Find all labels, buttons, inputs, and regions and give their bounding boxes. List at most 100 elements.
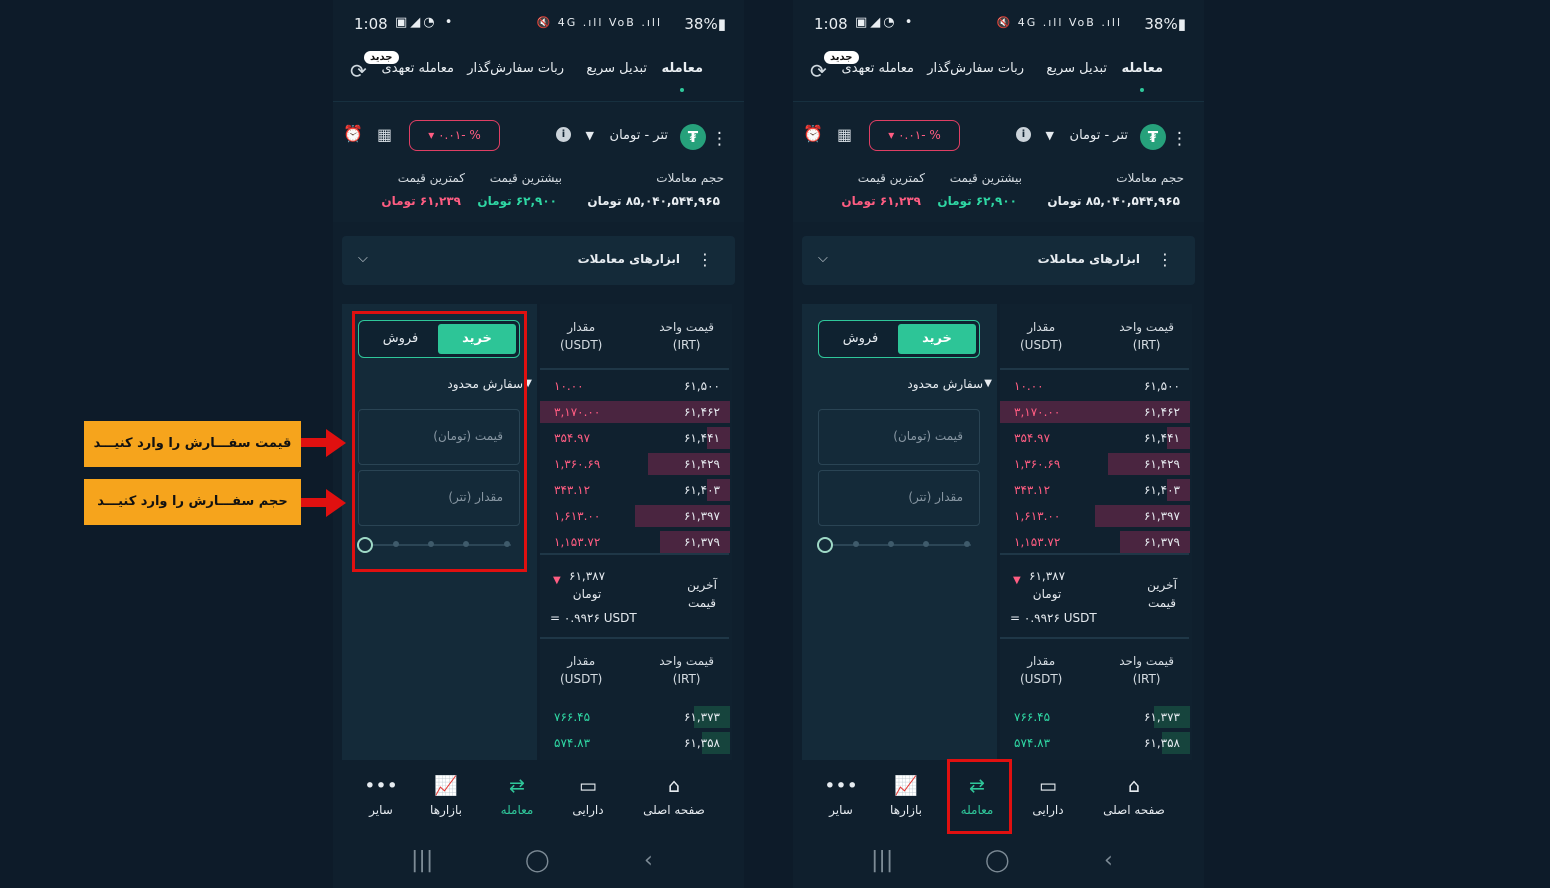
- ask-row[interactable]: ۶۱,۴۰۳ ۳۴۳.۱۲: [1000, 479, 1190, 501]
- back-icon[interactable]: ‹: [644, 848, 653, 873]
- more-options-icon[interactable]: ⋮: [1171, 129, 1188, 149]
- ask-price: ۶۱,۴۰۳: [683, 483, 720, 497]
- more-options-icon[interactable]: ⋮: [697, 250, 713, 269]
- market-pair-selector[interactable]: تتر - تومان: [610, 128, 668, 143]
- last-price-value: ۶۱,۳۸۷ تومان: [569, 569, 606, 601]
- slider-step-75[interactable]: [923, 541, 929, 547]
- order-form-highlight: [352, 311, 527, 572]
- nav-home[interactable]: ⌂ صفحه اصلی: [1094, 773, 1174, 817]
- chevron-down-icon[interactable]: ▼: [1046, 129, 1054, 142]
- ask-amount: ۱,۱۵۳.۷۲: [1014, 535, 1061, 549]
- tab-quick-swap[interactable]: تبدیل سریع: [586, 61, 647, 76]
- high-price-label: بیشترین قیمت: [489, 171, 562, 185]
- recent-apps-icon[interactable]: |||: [871, 848, 893, 873]
- order-type-selector[interactable]: سفارش محدود: [907, 377, 983, 391]
- buy-button[interactable]: خرید: [898, 324, 976, 354]
- price-callout: قیمت سفـــارش را وارد کنیـــد: [84, 421, 301, 467]
- nav-assets[interactable]: ▭ دارایی: [1008, 773, 1088, 817]
- status-time: 1:08: [814, 15, 848, 33]
- ask-row[interactable]: ۶۱,۴۶۲ ۳,۱۷۰.۰۰: [1000, 401, 1190, 423]
- price-alert-icon[interactable]: ⏰: [803, 124, 823, 143]
- high-price-label: بیشترین قیمت: [949, 171, 1022, 185]
- last-price-usdt: = ۰.۹۹۲۶ USDT: [550, 611, 637, 625]
- bid-row[interactable]: ۶۱,۳۷۳ ۷۶۶.۴۵: [1000, 706, 1190, 728]
- chevron-down-icon[interactable]: ⌵: [358, 251, 368, 266]
- amount-arrow-head: [326, 489, 346, 517]
- nav-home[interactable]: ⌂ صفحه اصلی: [634, 773, 714, 817]
- info-icon[interactable]: i: [1016, 127, 1031, 142]
- ask-row[interactable]: ۶۱,۳۷۹ ۱,۱۵۳.۷۲: [540, 531, 730, 553]
- ask-row[interactable]: ۶۱,۴۲۹ ۱,۳۶۰.۶۹: [540, 453, 730, 475]
- ask-row[interactable]: ۶۱,۴۴۱ ۳۵۴.۹۷: [540, 427, 730, 449]
- price-column-header: قیمت واحد (IRT): [659, 320, 714, 352]
- nav-trade[interactable]: ⇄ معامله: [477, 773, 557, 817]
- bid-amount: ۷۶۶.۴۵: [554, 710, 591, 724]
- bid-row[interactable]: ۶۱,۳۵۸ ۵۷۴.۸۳: [1000, 732, 1190, 754]
- market-header: ⋮ ₮ تتر - تومان ▼ i % -۰.۰۱ ▾ ▦ ⏰ حجم مع…: [793, 101, 1204, 222]
- tab-trade[interactable]: معامله: [1121, 61, 1163, 92]
- down-arrow-icon: ▼: [1013, 575, 1021, 586]
- trade-arrows-icon: ⇄: [509, 775, 525, 797]
- bid-row[interactable]: ۶۱,۳۷۳ ۷۶۶.۴۵: [540, 706, 730, 728]
- high-price-value: ۶۲,۹۰۰ تومان: [937, 194, 1017, 208]
- ask-row[interactable]: ۶۱,۳۷۹ ۱,۱۵۳.۷۲: [1000, 531, 1190, 553]
- ask-row[interactable]: ۶۱,۴۴۱ ۳۵۴.۹۷: [1000, 427, 1190, 449]
- bid-amount: ۵۷۴.۸۳: [1014, 736, 1051, 750]
- divider: [540, 368, 729, 370]
- slider-step-50[interactable]: [888, 541, 894, 547]
- trade-tools-panel[interactable]: ⋮ ابزارهای معاملات ⌵: [342, 236, 735, 285]
- calculator-icon[interactable]: ▦: [837, 125, 852, 144]
- nav-markets[interactable]: 📈 بازارها: [406, 773, 486, 817]
- chevron-down-icon[interactable]: ⌵: [818, 251, 828, 266]
- slider-step-100[interactable]: [964, 541, 970, 547]
- chevron-down-icon[interactable]: ▼: [586, 129, 594, 142]
- tab-trade[interactable]: معامله: [661, 61, 703, 92]
- price-input[interactable]: قیمت (تومان): [818, 409, 980, 465]
- more-options-icon[interactable]: ⋮: [1157, 250, 1173, 269]
- nav-markets[interactable]: 📈 بازارها: [866, 773, 946, 817]
- ask-row[interactable]: ۶۱,۳۹۷ ۱,۶۱۳.۰۰: [1000, 505, 1190, 527]
- amount-slider-track[interactable]: [827, 544, 971, 546]
- calculator-icon[interactable]: ▦: [377, 125, 392, 144]
- bid-amount: ۵۷۴.۸۳: [554, 736, 591, 750]
- tether-coin-icon: ₮: [1140, 124, 1166, 150]
- tab-order-bot[interactable]: ربات سفارش‌گذار: [927, 61, 1024, 76]
- ask-row[interactable]: ۶۱,۴۲۹ ۱,۳۶۰.۶۹: [1000, 453, 1190, 475]
- more-options-icon[interactable]: ⋮: [711, 129, 728, 149]
- bottom-nav: ••• سایر 📈 بازارها ⇄ معامله ▭ دارایی ⌂ صفحه ا…: [333, 760, 744, 840]
- recent-apps-icon[interactable]: |||: [411, 848, 433, 873]
- home-circle-icon[interactable]: ◯: [985, 848, 1010, 873]
- price-alert-icon[interactable]: ⏰: [343, 124, 363, 143]
- amount-callout: حجم سفـــارش را وارد کنیـــد: [84, 479, 301, 525]
- back-icon[interactable]: ‹: [1104, 848, 1113, 873]
- trade-tools-panel[interactable]: ⋮ ابزارهای معاملات ⌵: [802, 236, 1195, 285]
- price-arrow-shaft: [301, 438, 327, 447]
- refresh-icon[interactable]: ⟳: [810, 59, 827, 83]
- home-circle-icon[interactable]: ◯: [525, 848, 550, 873]
- ask-row[interactable]: ۶۱,۳۹۷ ۱,۶۱۳.۰۰: [540, 505, 730, 527]
- refresh-icon[interactable]: ⟳: [350, 59, 367, 83]
- amount-slider-handle[interactable]: [817, 537, 833, 553]
- info-icon[interactable]: i: [556, 127, 571, 142]
- wallet-icon: ▭: [1039, 775, 1057, 797]
- ask-row[interactable]: ۶۱,۵۰۰ ۱۰.۰۰: [1000, 375, 1190, 397]
- ask-row[interactable]: ۶۱,۴۶۲ ۳,۱۷۰.۰۰: [540, 401, 730, 423]
- ask-amount: ۱,۳۶۰.۶۹: [1014, 457, 1061, 471]
- slider-step-25[interactable]: [853, 541, 859, 547]
- tab-order-bot[interactable]: ربات سفارش‌گذار: [467, 61, 564, 76]
- bid-row[interactable]: ۶۱,۳۵۸ ۵۷۴.۸۳: [540, 732, 730, 754]
- amount-input[interactable]: مقدار (تتر): [818, 470, 980, 526]
- tab-quick-swap[interactable]: تبدیل سریع: [1046, 61, 1107, 76]
- ask-amount: ۱,۶۱۳.۰۰: [554, 509, 601, 523]
- market-pair-selector[interactable]: تتر - تومان: [1070, 128, 1128, 143]
- ask-row[interactable]: ۶۱,۵۰۰ ۱۰.۰۰: [540, 375, 730, 397]
- last-price-usdt: = ۰.۹۹۲۶ USDT: [1010, 611, 1097, 625]
- trade-nav-highlight: [947, 759, 1012, 834]
- ask-amount: ۳۴۳.۱۲: [1014, 483, 1051, 497]
- ask-amount: ۱,۶۱۳.۰۰: [1014, 509, 1061, 523]
- ask-row[interactable]: ۶۱,۴۰۳ ۳۴۳.۱۲: [540, 479, 730, 501]
- sell-button[interactable]: فروش: [822, 324, 899, 354]
- battery-indicator: 38%▮: [684, 15, 726, 33]
- caret-down-icon[interactable]: ▼: [984, 378, 992, 389]
- nav-assets[interactable]: ▭ دارایی: [548, 773, 628, 817]
